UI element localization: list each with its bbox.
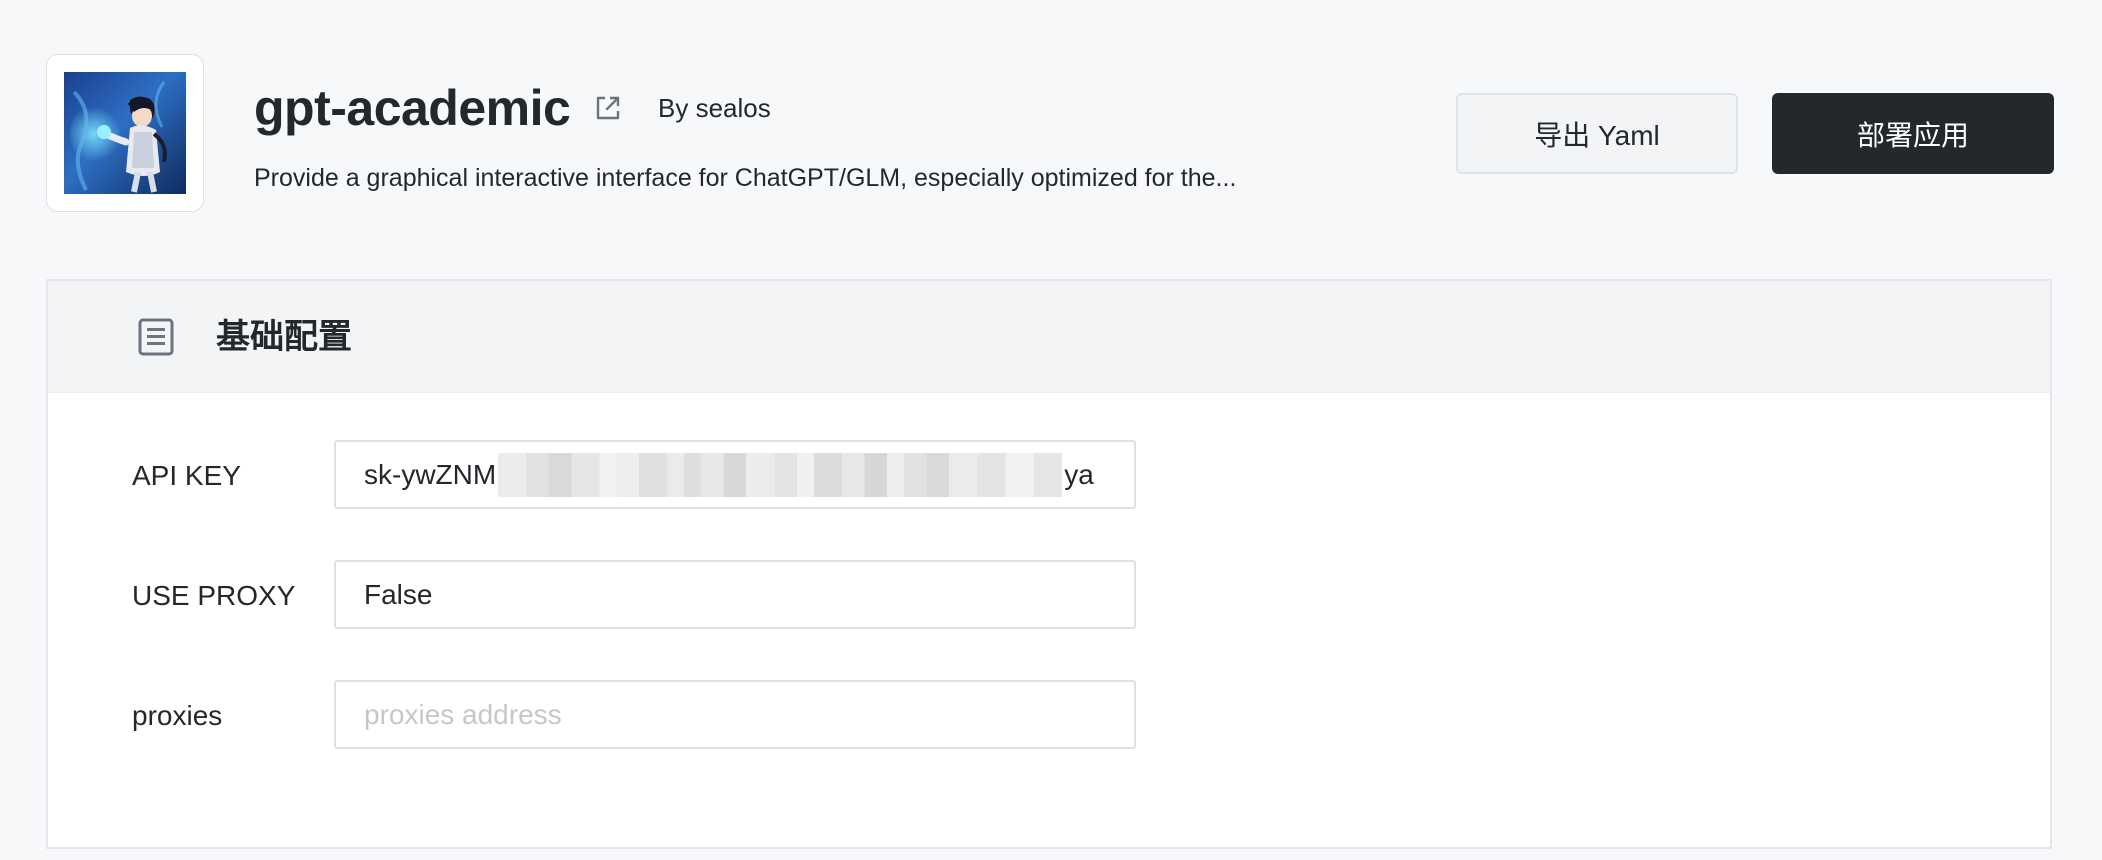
external-link-icon[interactable] xyxy=(592,92,624,124)
api-key-redaction xyxy=(498,452,1063,497)
use-proxy-input[interactable] xyxy=(334,560,1136,629)
deploy-app-button[interactable]: 部署应用 xyxy=(1772,93,2054,174)
api-key-value-prefix: sk-ywZNM xyxy=(364,458,497,490)
proxies-input[interactable] xyxy=(334,680,1136,749)
section-title: 基础配置 xyxy=(216,318,352,356)
app-description: Provide a graphical interactive interfac… xyxy=(254,164,1237,192)
export-yaml-button[interactable]: 导出 Yaml xyxy=(1456,93,1738,174)
document-list-icon xyxy=(138,318,174,356)
basic-config-header: 基础配置 xyxy=(48,281,2050,393)
api-key-label: API KEY xyxy=(132,460,241,491)
basic-config-card: 基础配置 API KEY sk-ywZNM ya USE PROXY proxi… xyxy=(46,279,2052,849)
app-detail-page: gpt-academic By sealos Provide a graphic… xyxy=(0,0,2102,860)
app-author: By sealos xyxy=(658,93,771,123)
api-key-value-suffix: ya xyxy=(1064,458,1094,490)
use-proxy-label: USE PROXY xyxy=(132,580,296,611)
app-title: gpt-academic xyxy=(254,80,571,136)
api-key-input[interactable]: sk-ywZNM ya xyxy=(334,440,1136,509)
proxies-label: proxies xyxy=(132,700,223,731)
app-avatar-image xyxy=(64,72,186,194)
app-logo xyxy=(46,54,204,212)
